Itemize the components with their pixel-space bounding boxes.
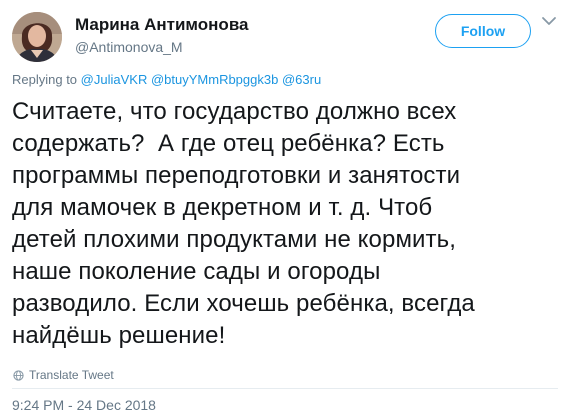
tweet-timestamp[interactable]: 9:24 PM - 24 Dec 2018	[12, 397, 156, 413]
follow-button[interactable]: Follow	[435, 14, 531, 48]
tweet-text-line: разводило. Если хочешь ребёнка, всегда	[12, 290, 475, 317]
divider	[12, 388, 558, 389]
tweet-text-line: для мамочек в декретном и т. д. Чтоб	[12, 194, 433, 221]
tweet-text-line: программы переподготовки и занятости	[12, 162, 461, 189]
translate-label: Translate Tweet	[29, 368, 114, 382]
tweet-text-line: детей плохими продуктами не кормить,	[12, 226, 457, 253]
tweet-card: Марина Антимонова @Antimonova_M Follow R…	[0, 0, 570, 417]
chevron-down-icon[interactable]	[541, 14, 557, 28]
author-display-name[interactable]: Марина Антимонова	[75, 15, 249, 35]
translate-tweet-link[interactable]: Translate Tweet	[13, 368, 114, 382]
tweet-text-line: наше поколение сады и огороды	[12, 258, 381, 285]
author-handle[interactable]: @Antimonova_M	[75, 39, 183, 55]
avatar-photo-icon	[12, 12, 62, 62]
reply-context: Replying to @JuliaVKR @btuyYMmRbpggk3b @…	[12, 72, 321, 87]
tweet-text-line: найдёшь решение!	[12, 322, 226, 349]
globe-icon	[13, 369, 24, 381]
tweet-text: Считаете, что государство должно всех сод…	[12, 96, 564, 352]
mention-link[interactable]: @63ru	[282, 72, 321, 87]
tweet-text-line: Считаете, что государство должно всех	[12, 98, 457, 125]
mention-link[interactable]: @JuliaVKR	[81, 72, 148, 87]
reply-prefix: Replying to	[12, 72, 78, 87]
mention-link[interactable]: @btuyYMmRbpggk3b	[151, 72, 278, 87]
tweet-text-line: содержать? А где отец ребёнка? Есть	[12, 130, 445, 157]
avatar[interactable]	[12, 12, 62, 62]
